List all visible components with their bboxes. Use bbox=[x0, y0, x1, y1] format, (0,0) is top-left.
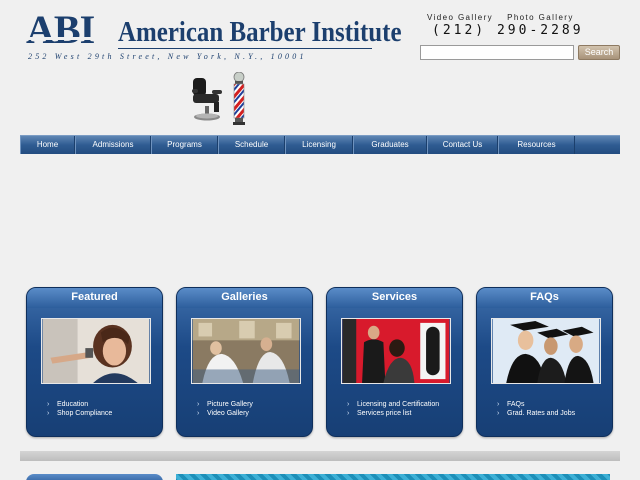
section-divider bbox=[20, 451, 620, 461]
services-link-price-list[interactable]: Services price list bbox=[347, 409, 439, 418]
logo-address: 252 West 29th Street, New York, N.Y., 10… bbox=[28, 52, 307, 61]
services-links: Licensing and Certification Services pri… bbox=[347, 400, 439, 418]
nav-contact-us[interactable]: Contact Us bbox=[427, 136, 498, 154]
barber-chair-icon bbox=[192, 78, 222, 121]
galleries-link-picture-gallery[interactable]: Picture Gallery bbox=[197, 400, 253, 409]
bottom-banner[interactable] bbox=[176, 474, 610, 480]
galleries-box-title: Galleries bbox=[221, 291, 268, 303]
galleries-box: Galleries Picture Gallery Video Gallery bbox=[176, 287, 313, 437]
services-link-licensing-certification[interactable]: Licensing and Certification bbox=[347, 400, 439, 409]
faqs-links: FAQs Grad. Rates and Jobs bbox=[497, 400, 575, 418]
video-gallery-link[interactable]: Video Gallery bbox=[427, 13, 493, 22]
featured-link-education[interactable]: Education bbox=[47, 400, 112, 409]
services-box-title: Services bbox=[371, 291, 418, 303]
galleries-links: Picture Gallery Video Gallery bbox=[197, 400, 253, 418]
nav-schedule[interactable]: Schedule bbox=[218, 136, 285, 154]
galleries-box-header: Galleries bbox=[177, 288, 312, 308]
photo-gallery-link[interactable]: Photo Gallery bbox=[507, 13, 574, 22]
featured-links: Education Shop Compliance bbox=[47, 400, 112, 418]
faqs-photo[interactable] bbox=[491, 318, 601, 384]
nav-admissions[interactable]: Admissions bbox=[75, 136, 151, 154]
services-box: Services Licensing and Certification Ser… bbox=[326, 287, 463, 437]
featured-box-header: Featured bbox=[27, 288, 162, 308]
featured-box-title: Featured bbox=[71, 291, 118, 303]
nav-resources[interactable]: Resources bbox=[498, 136, 575, 154]
logo-rule bbox=[118, 48, 372, 49]
site-logo[interactable]: ABI American Barber Institute 252 West 2… bbox=[26, 7, 402, 62]
logo-monogram-stripe bbox=[26, 37, 122, 40]
faqs-box: FAQs FAQs Grad. Rates and Jobs bbox=[476, 287, 613, 437]
services-box-header: Services bbox=[327, 288, 462, 308]
faqs-link-grad-rates-jobs[interactable]: Grad. Rates and Jobs bbox=[497, 409, 575, 418]
search-input[interactable] bbox=[420, 45, 574, 60]
galleries-photo[interactable] bbox=[191, 318, 301, 384]
logo-name: American Barber Institute bbox=[118, 16, 402, 48]
faqs-box-header: FAQs bbox=[477, 288, 612, 308]
featured-box: Featured Education Shop Compliance bbox=[26, 287, 163, 437]
nav-licensing[interactable]: Licensing bbox=[285, 136, 353, 154]
nav-graduates[interactable]: Graduates bbox=[353, 136, 427, 154]
faqs-link-faqs[interactable]: FAQs bbox=[497, 400, 575, 409]
featured-link-shop-compliance[interactable]: Shop Compliance bbox=[47, 409, 112, 418]
bottom-box-header bbox=[26, 474, 163, 480]
barber-pole-icon bbox=[233, 72, 245, 125]
gallery-links: Video Gallery Photo Gallery bbox=[427, 13, 574, 22]
search-button[interactable]: Search bbox=[578, 45, 620, 60]
galleries-link-video-gallery[interactable]: Video Gallery bbox=[197, 409, 253, 418]
logo-monogram: ABI bbox=[26, 7, 95, 52]
phone-number: (212) 290-2289 bbox=[432, 23, 584, 38]
nav-programs[interactable]: Programs bbox=[151, 136, 218, 154]
featured-photo[interactable] bbox=[41, 318, 151, 384]
faqs-box-title: FAQs bbox=[530, 291, 559, 303]
main-nav: Home Admissions Programs Schedule Licens… bbox=[20, 135, 620, 154]
services-photo[interactable] bbox=[341, 318, 451, 384]
nav-home[interactable]: Home bbox=[20, 136, 75, 154]
